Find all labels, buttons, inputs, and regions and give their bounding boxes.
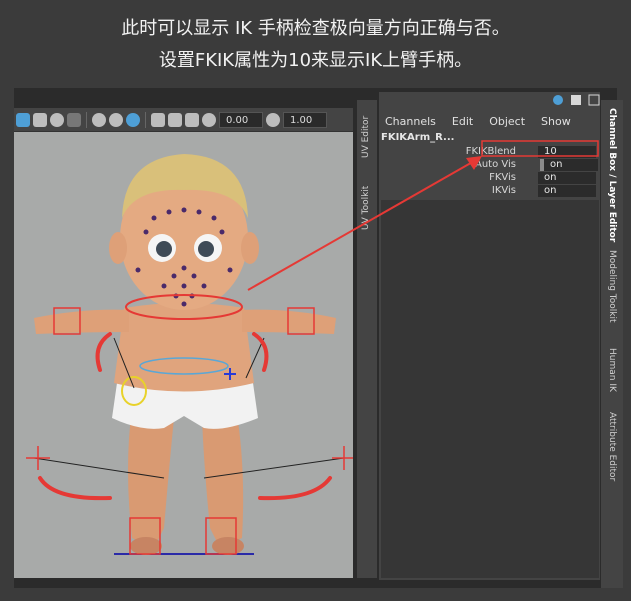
grid-icon[interactable] xyxy=(33,112,47,127)
torso xyxy=(114,303,254,392)
gamma-field[interactable]: 1.00 xyxy=(283,111,327,128)
left-leg xyxy=(128,408,174,548)
channel-box-toggle-icon[interactable] xyxy=(588,94,600,106)
channel-box-layout-icon[interactable] xyxy=(570,94,582,106)
tab-modeling-toolkit[interactable]: Modeling Toolkit xyxy=(607,250,617,323)
left-tab-strip: UV Editor UV Toolkit xyxy=(357,100,377,578)
gamma-icon[interactable] xyxy=(266,112,280,127)
attr-row-autovis[interactable]: Auto Vis on xyxy=(381,159,599,172)
render-view-icon[interactable] xyxy=(16,112,30,127)
attr-label: IKVis xyxy=(491,185,516,196)
channel-box-menu: Channels Edit Object Show xyxy=(385,115,571,128)
attr-value[interactable]: on xyxy=(538,185,596,197)
channel-box-attributes: FKIKBlend 10 Auto Vis on FKVis on IKVis … xyxy=(381,146,599,198)
channel-box-object-name[interactable]: FKIKArm_R... xyxy=(381,132,454,143)
exposure-field[interactable]: 0.00 xyxy=(219,111,263,128)
right-arm xyxy=(242,309,336,334)
channel-box-top-icons xyxy=(552,94,600,106)
attr-row-fkikblend[interactable]: FKIKBlend 10 xyxy=(381,146,599,159)
camera-icon[interactable] xyxy=(67,112,81,127)
menu-edit[interactable]: Edit xyxy=(452,115,473,128)
attr-label: Auto Vis xyxy=(474,159,516,170)
exposure-icon[interactable] xyxy=(202,112,216,127)
right-tab-strip: Channel Box / Layer Editor Modeling Tool… xyxy=(601,100,623,588)
viewport-3d[interactable] xyxy=(14,108,353,578)
frame-all-icon[interactable] xyxy=(185,112,199,127)
menu-show[interactable]: Show xyxy=(541,115,571,128)
tab-attribute-editor[interactable]: Attribute Editor xyxy=(607,412,617,481)
right-ear xyxy=(241,232,259,264)
attr-row-ikvis[interactable]: IKVis on xyxy=(381,185,599,198)
attr-value[interactable]: on xyxy=(538,172,596,184)
shade-smooth-icon[interactable] xyxy=(92,112,106,127)
tab-channel-box-layer-editor[interactable]: Channel Box / Layer Editor xyxy=(607,108,617,242)
left-ear xyxy=(109,232,127,264)
right-leg xyxy=(202,408,244,548)
isolate-icon[interactable] xyxy=(151,112,165,127)
tab-uv-editor[interactable]: UV Editor xyxy=(361,116,371,158)
character-rig-view xyxy=(26,154,353,555)
attr-row-fkvis[interactable]: FKVis on xyxy=(381,172,599,185)
toolbar-separator xyxy=(86,111,87,128)
attr-value[interactable]: 10 xyxy=(538,146,596,158)
shade-wire-icon[interactable] xyxy=(109,112,123,127)
viewport-toolbar: 0.00 1.00 xyxy=(14,108,353,132)
toolbar-separator xyxy=(145,111,146,128)
xray-icon[interactable] xyxy=(168,112,182,127)
attr-value[interactable]: on xyxy=(540,159,598,171)
menu-channels[interactable]: Channels xyxy=(385,115,436,128)
right-pupil xyxy=(198,241,214,257)
channel-box-empty-area xyxy=(381,200,599,578)
left-foot xyxy=(130,537,162,555)
shade-texture-icon[interactable] xyxy=(126,112,140,127)
tab-uv-toolkit[interactable]: UV Toolkit xyxy=(361,186,371,230)
pole-target-crosshairs xyxy=(26,446,353,470)
caption-line-1: 此时可以显示 IK 手柄检查极向量方向正确与否。 xyxy=(121,18,510,39)
attr-label: FKIKBlend xyxy=(465,146,516,157)
left-arm xyxy=(34,309,129,334)
menu-object[interactable]: Object xyxy=(489,115,525,128)
right-foot xyxy=(212,537,244,555)
light-icon[interactable] xyxy=(50,112,64,127)
caption-line-2: 设置FKIK属性为10来显示IK上臂手柄。 xyxy=(158,50,473,71)
tab-human-ik[interactable]: Human IK xyxy=(607,348,617,392)
left-pupil xyxy=(156,241,172,257)
channel-box-pin-icon[interactable] xyxy=(552,94,564,106)
attr-label: FKVis xyxy=(489,172,516,183)
